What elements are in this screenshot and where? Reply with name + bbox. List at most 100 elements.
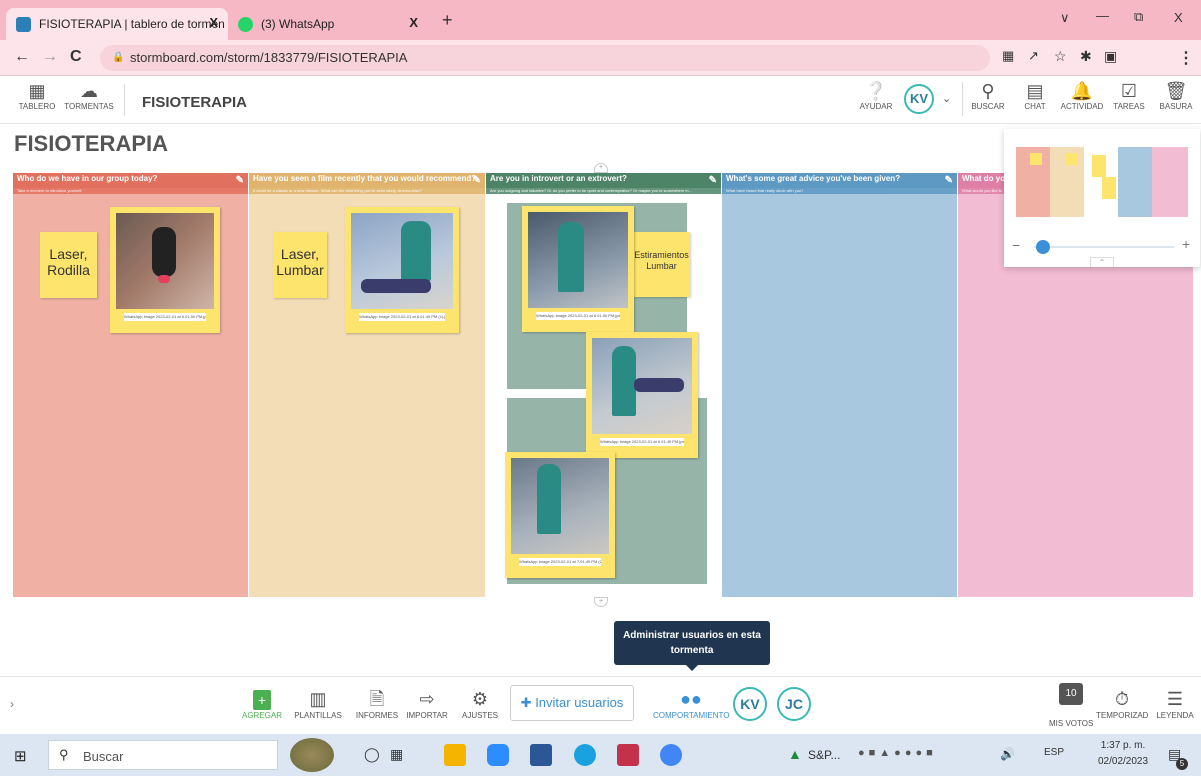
url-text: stormboard.com/storm/1833779/FISIOTERAPI… (130, 50, 408, 65)
edit-icon[interactable]: ✎ (236, 175, 244, 186)
zoom-slider-handle[interactable] (1036, 240, 1050, 254)
clock-date: 02/02/2023 (1098, 756, 1149, 767)
chrome-icon[interactable] (660, 744, 682, 766)
timer-button[interactable]: ⏱ TEMPORIZAD (1096, 687, 1148, 720)
sidebar-icon[interactable]: ▣ (1104, 48, 1117, 65)
collapse-minimap-icon[interactable]: ⌃ (1090, 257, 1114, 267)
edit-icon[interactable]: ✎ (473, 175, 481, 186)
menu-dots-icon[interactable]: ⋮ (1178, 48, 1194, 68)
app-icon[interactable] (617, 744, 639, 766)
activity-button[interactable]: 🔔 ACTIVIDAD (1057, 80, 1107, 111)
word-icon[interactable] (530, 744, 552, 766)
column-header[interactable]: Have you seen a film recently that you w… (249, 173, 485, 188)
app-header: ▦ TABLERO ☁ TORMENTAS FISIOTERAPIA ❔ AYU… (0, 76, 1201, 124)
tab-search-icon[interactable]: ∨ (1060, 10, 1070, 26)
invite-users-button[interactable]: ✚ Invitar usuarios (510, 685, 634, 721)
stocks-icon[interactable]: ▲ (788, 746, 802, 762)
search-button[interactable]: ⚲ BUSCAR (963, 80, 1013, 111)
url-field[interactable]: 🔒 stormboard.com/storm/1833779/FISIOTERA… (100, 45, 990, 71)
volume-icon[interactable]: 🔊 (1000, 747, 1015, 761)
activity-label: ACTIVIDAD (1060, 102, 1104, 111)
zoom-out-button[interactable]: − (1012, 237, 1020, 253)
extensions-icon[interactable]: ✱ (1080, 48, 1092, 65)
help-button[interactable]: ❔ AYUDAR (851, 80, 901, 111)
reload-icon[interactable]: C (70, 48, 82, 66)
forward-arrow-icon[interactable]: → (42, 48, 58, 66)
image-card[interactable]: WhatsApp Image 2023-02-01 at 6.01.49 PM.… (586, 332, 698, 458)
image-card[interactable]: WhatsApp Image 2023-02-01 at 6.01.50 PM.… (110, 207, 220, 333)
behaviour-button[interactable]: ●● COMPORTAMIENTO (653, 687, 729, 720)
taskbar-search-box[interactable]: ⚲ Buscar (48, 740, 278, 770)
windows-start-icon[interactable]: ⊞ (14, 747, 27, 765)
settings-button[interactable]: ⚙ AJUSTES (456, 687, 504, 720)
sticky-note[interactable]: Laser, Lumbar (273, 232, 327, 298)
minimap-panel[interactable]: − + ⌃ (1004, 129, 1200, 267)
close-tab-icon[interactable]: X (409, 15, 418, 30)
add-button[interactable]: + AGREGAR (237, 687, 287, 720)
lock-icon: 🔒 (112, 52, 125, 63)
zoom-slider-track[interactable] (1034, 246, 1174, 248)
trash-button[interactable]: 🗑 BASURA (1151, 80, 1201, 111)
edge-icon[interactable] (574, 744, 596, 766)
tab-whatsapp[interactable]: (3) WhatsApp X (228, 8, 428, 40)
column-header[interactable]: Are you in introvert or an extrovert? ✎ (486, 173, 721, 188)
column-advice[interactable]: What's some great advice you've been giv… (721, 173, 957, 597)
close-window-button[interactable]: X (1174, 10, 1183, 25)
file-explorer-icon[interactable] (444, 744, 466, 766)
keyboard-language[interactable]: ESP (1044, 747, 1064, 758)
header-title: FISIOTERAPIA (142, 94, 248, 111)
column-header[interactable]: What's some great advice you've been giv… (722, 173, 957, 188)
nav-tormentas[interactable]: ☁ TORMENTAS (64, 80, 114, 111)
chat-label: CHAT (1024, 102, 1046, 111)
nav-tablero[interactable]: ▦ TABLERO (12, 80, 62, 111)
note-text: Laser, Lumbar (276, 246, 324, 278)
sticky-note[interactable]: Estiramientos Lumbar (633, 232, 690, 297)
new-tab-button[interactable]: + (442, 10, 453, 31)
translate-icon[interactable]: ▦ (1002, 48, 1014, 64)
image-card[interactable]: WhatsApp Image 2023-02-01 at 7.01.49 PM … (505, 452, 615, 578)
tray-icons[interactable]: ●■▲●●●■ (858, 747, 937, 759)
tasks-button[interactable]: ☑ TAREAS (1104, 80, 1154, 111)
expand-toolbar-icon[interactable]: › (10, 697, 14, 711)
help-label: AYUDAR (859, 102, 893, 111)
image-card[interactable]: WhatsApp Image 2023-02-01 at 6.01.50 PM.… (522, 206, 634, 332)
reports-button[interactable]: 🗎 INFORMES (352, 687, 402, 720)
edit-icon[interactable]: ✎ (945, 175, 953, 186)
zoom-icon[interactable] (487, 744, 509, 766)
chat-button[interactable]: ▤ CHAT (1010, 80, 1060, 111)
sticky-note[interactable]: Laser, Rodilla (40, 232, 97, 298)
bookmark-star-icon[interactable]: ☆ (1054, 48, 1067, 65)
chevron-down-icon[interactable]: ⌄ (942, 92, 951, 105)
clock[interactable]: 1:37 p. m. 02/02/2023 (1098, 738, 1148, 770)
tab-stormboard[interactable]: FISIOTERAPIA | tablero de tormen X (6, 8, 228, 40)
import-button[interactable]: ⇨ IMPORTAR (402, 687, 452, 720)
user-avatar[interactable]: KV (904, 84, 934, 114)
votes-count[interactable]: 10 (1059, 683, 1083, 705)
user-avatar-jc[interactable]: JC (777, 687, 811, 721)
column-title: What do you (962, 174, 1010, 183)
scroll-up-handle[interactable]: + (594, 163, 608, 173)
note-text: Laser, Rodilla (47, 246, 90, 278)
tab-title: (3) WhatsApp (261, 17, 335, 31)
address-bar-area: ← → C 🔒 stormboard.com/storm/1833779/FIS… (0, 40, 1201, 106)
note-text: Estiramientos Lumbar (634, 250, 689, 271)
maximize-button[interactable]: ⧉ (1134, 9, 1143, 25)
zoom-in-button[interactable]: + (1182, 236, 1190, 252)
edit-icon[interactable]: ✎ (709, 175, 717, 186)
list-icon: ☰ (1166, 689, 1184, 709)
legend-button[interactable]: ☰ LEYENDA (1154, 687, 1196, 720)
image-card[interactable]: WhatsApp Image 2023-02-01 at 6.01.49 PM … (345, 207, 459, 333)
share-icon[interactable]: ↗ (1028, 48, 1039, 64)
user-avatar-kv[interactable]: KV (733, 687, 767, 721)
close-tab-icon[interactable]: X (209, 15, 218, 30)
cortana-icon[interactable]: ◯ (364, 746, 380, 763)
minimize-button[interactable]: — (1096, 8, 1109, 23)
column-subtitle: Take a moment to introduce yourself (13, 188, 248, 194)
users-icon: ●● (680, 689, 702, 709)
column-header[interactable]: Who do we have in our group today? ✎ (13, 173, 248, 188)
back-arrow-icon[interactable]: ← (14, 48, 30, 66)
bell-icon: 🔔 (1070, 81, 1094, 101)
templates-button[interactable]: ▥ PLANTILLAS (290, 687, 346, 720)
task-view-icon[interactable]: ▦ (390, 746, 403, 763)
scroll-down-handle[interactable]: + (594, 597, 608, 607)
